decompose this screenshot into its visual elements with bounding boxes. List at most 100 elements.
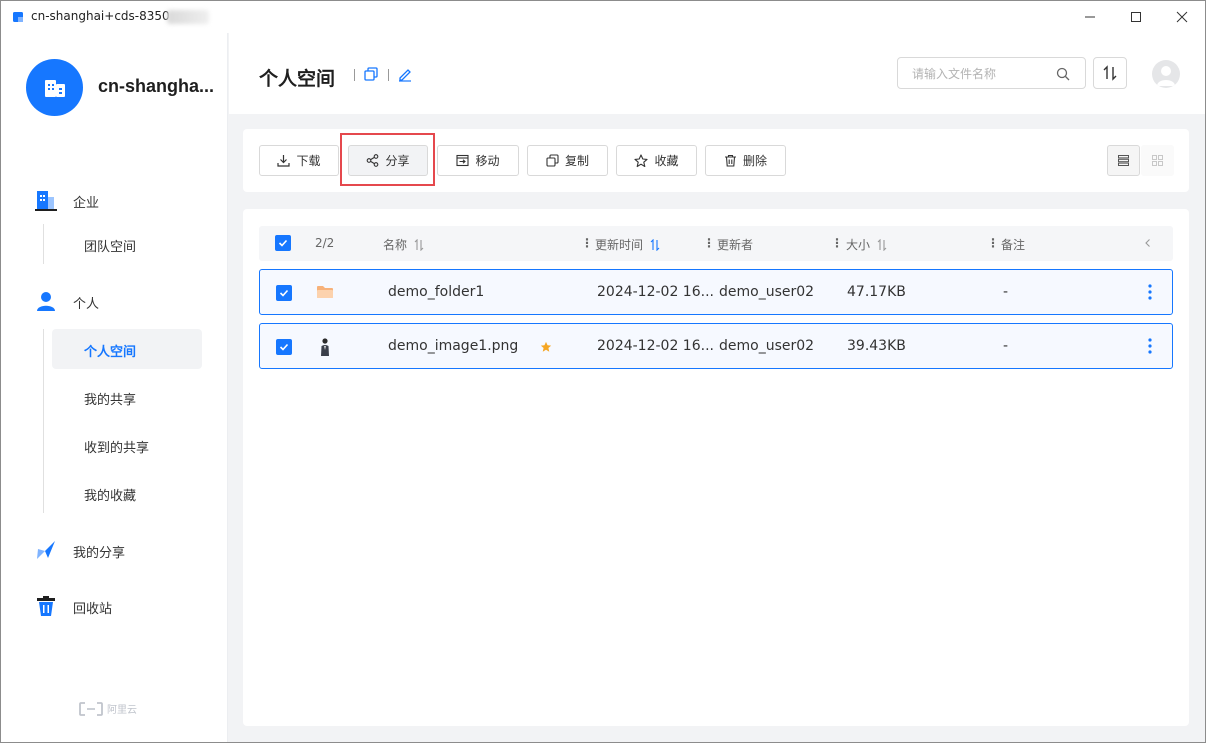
sidebar-item-favorites-label: 我的收藏 xyxy=(84,489,137,504)
nav-my-share[interactable]: 我的分享 xyxy=(1,530,228,570)
sidebar-item-personal-space[interactable]: 个人空间 xyxy=(52,329,202,369)
column-updater[interactable]: 更新者 xyxy=(717,236,753,253)
copy-link-icon[interactable] xyxy=(363,66,379,82)
sidebar-item-personal-space-label: 个人空间 xyxy=(84,345,137,360)
column-note-label: 备注 xyxy=(1001,238,1026,252)
aliyun-logo-icon xyxy=(79,701,103,716)
personal-sub-line xyxy=(43,329,44,513)
app-icon xyxy=(13,12,23,22)
column-resize-handle[interactable]: ⋮ xyxy=(581,236,593,250)
nav-personal-label: 个人 xyxy=(73,297,100,312)
search-input[interactable] xyxy=(912,65,1052,83)
sidebar-item-team-space[interactable]: 团队空间 xyxy=(52,224,202,264)
check-icon xyxy=(279,289,289,297)
file-updater: demo_user02 xyxy=(719,338,815,354)
search-icon[interactable] xyxy=(1055,66,1071,82)
app-window: cn-shanghai+cds-8350 cn-shangha... 企业 团队… xyxy=(0,0,1206,743)
table-header: 2/2 名称 ⋮ 更新时间 ⋮ 更新者 ⋮ 大小 ⋮ 备注 xyxy=(259,226,1173,261)
table-row[interactable]: demo_image1.png 2024-12-02 16... demo_us… xyxy=(259,323,1173,369)
file-list-panel: 2/2 名称 ⋮ 更新时间 ⋮ 更新者 ⋮ 大小 ⋮ 备注 demo_folde… xyxy=(243,209,1189,726)
sidebar-item-favorites[interactable]: 我的收藏 xyxy=(52,473,202,513)
maximize-icon xyxy=(1131,12,1141,22)
file-size: 47.17KB xyxy=(847,284,906,300)
download-button[interactable]: 下载 xyxy=(259,145,339,176)
sort-icon xyxy=(877,238,887,251)
column-updated-label: 更新时间 xyxy=(595,238,644,252)
move-icon xyxy=(456,154,470,167)
row-checkbox[interactable] xyxy=(276,339,292,355)
column-note[interactable]: 备注 xyxy=(1001,236,1025,253)
close-icon xyxy=(1176,11,1188,23)
list-view-icon xyxy=(1118,155,1129,167)
sidebar: cn-shangha... 企业 团队空间 个人 个人空间 我的共享 收到的共享… xyxy=(1,33,228,742)
move-button[interactable]: 移动 xyxy=(437,145,519,176)
nav-my-share-label: 我的分享 xyxy=(73,546,126,561)
nav-enterprise[interactable]: 企业 xyxy=(1,180,228,220)
minimize-button[interactable] xyxy=(1067,1,1113,33)
file-name[interactable]: demo_folder1 xyxy=(388,284,484,300)
column-size-label: 大小 xyxy=(846,238,871,252)
nav-personal[interactable]: 个人 xyxy=(1,281,228,321)
share-highlight-frame xyxy=(340,133,435,186)
sidebar-item-my-shares[interactable]: 我的共享 xyxy=(52,377,202,417)
enterprise-sub-line xyxy=(43,224,44,264)
org-name[interactable]: cn-shangha... xyxy=(98,76,214,97)
redacted-title-part xyxy=(167,10,209,24)
sort-icon xyxy=(1103,65,1117,81)
row-checkbox[interactable] xyxy=(276,285,292,301)
select-all-checkbox[interactable] xyxy=(275,235,291,251)
column-size[interactable]: 大小 xyxy=(846,236,888,253)
folder-icon xyxy=(317,286,333,298)
column-name-label: 名称 xyxy=(383,238,408,252)
sidebar-item-my-shares-label: 我的共享 xyxy=(84,393,137,408)
column-resize-handle[interactable]: ⋮ xyxy=(703,236,715,250)
building-icon xyxy=(44,79,65,97)
grid-view-icon xyxy=(1152,155,1163,166)
maximize-button[interactable] xyxy=(1113,1,1159,33)
file-updater: demo_user02 xyxy=(719,284,815,300)
brand-footer: 阿里云 xyxy=(79,701,137,716)
selection-count: 2/2 xyxy=(315,236,335,250)
collapse-left-icon[interactable] xyxy=(1143,238,1153,248)
copy-button[interactable]: 复制 xyxy=(527,145,608,176)
window-title: cn-shanghai+cds-8350 xyxy=(31,9,170,23)
sidebar-item-team-space-label: 团队空间 xyxy=(84,240,137,255)
search-box[interactable] xyxy=(897,57,1086,89)
column-resize-handle[interactable]: ⋮ xyxy=(987,236,999,250)
check-icon xyxy=(278,239,288,247)
trash-bin-icon xyxy=(37,596,55,616)
column-updated[interactable]: 更新时间 xyxy=(595,236,661,253)
file-name[interactable]: demo_image1.png xyxy=(388,338,518,354)
nav-recycle-bin[interactable]: 回收站 xyxy=(1,586,228,626)
column-resize-handle[interactable]: ⋮ xyxy=(831,236,843,250)
sidebar-item-received-shares[interactable]: 收到的共享 xyxy=(52,425,202,465)
person-icon xyxy=(37,292,55,311)
edit-icon[interactable] xyxy=(397,66,413,82)
starred-icon[interactable] xyxy=(540,341,552,353)
more-vertical-icon[interactable] xyxy=(1148,284,1152,300)
table-row[interactable]: demo_folder1 2024-12-02 16... demo_user0… xyxy=(259,269,1173,315)
grid-view-button[interactable] xyxy=(1141,145,1174,176)
check-icon xyxy=(279,343,289,351)
nav-recycle-bin-label: 回收站 xyxy=(73,602,113,617)
delete-button[interactable]: 删除 xyxy=(705,145,786,176)
nav-enterprise-label: 企业 xyxy=(73,196,100,211)
page-header: 个人空间 xyxy=(229,33,1205,114)
copy-icon xyxy=(546,154,559,167)
close-button[interactable] xyxy=(1159,1,1205,33)
page-title: 个人空间 xyxy=(259,68,336,90)
sidebar-item-received-shares-label: 收到的共享 xyxy=(84,441,150,456)
copy-label: 复制 xyxy=(564,154,589,168)
org-avatar[interactable] xyxy=(26,59,83,116)
user-avatar[interactable] xyxy=(1152,60,1180,88)
move-label: 移动 xyxy=(475,154,500,168)
list-view-button[interactable] xyxy=(1107,145,1140,176)
favorite-button[interactable]: 收藏 xyxy=(616,145,697,176)
delete-label: 删除 xyxy=(742,154,767,168)
file-size: 39.43KB xyxy=(847,338,906,354)
favorite-label: 收藏 xyxy=(654,154,679,168)
more-vertical-icon[interactable] xyxy=(1148,338,1152,354)
sort-button[interactable] xyxy=(1093,57,1127,89)
image-thumbnail-icon xyxy=(321,338,329,356)
column-name[interactable]: 名称 xyxy=(383,236,425,253)
